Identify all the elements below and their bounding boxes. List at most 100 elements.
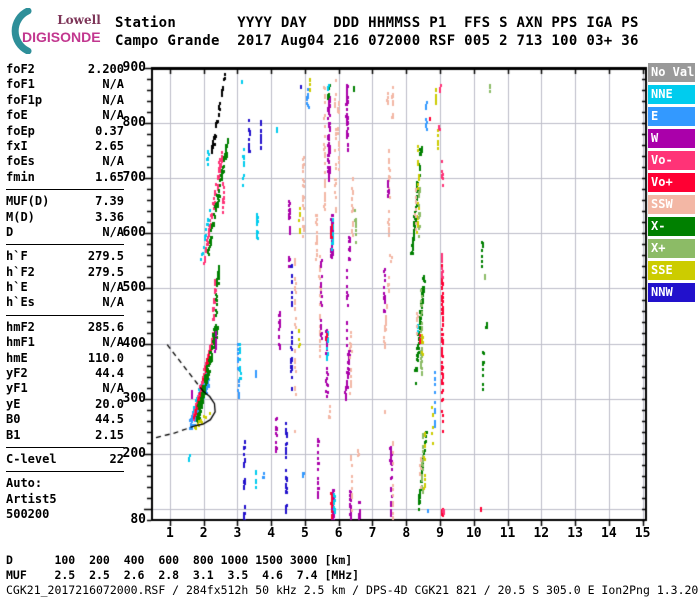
- x-axis-label: 12: [533, 526, 550, 541]
- param-label: B1: [6, 427, 21, 442]
- param-row: B1 2.15: [6, 428, 124, 443]
- param-row: foEp 0.37: [6, 124, 124, 139]
- distance-row: D 100 200 400 600 800 1000 1500 3000 [km…: [6, 553, 353, 567]
- param-label: MUF(D): [6, 194, 50, 209]
- param-row: foF1 N/A: [6, 77, 124, 92]
- legend-item: E: [648, 107, 695, 126]
- param-label: M(D): [6, 209, 35, 224]
- x-axis-label: 3: [233, 526, 242, 541]
- param-value: 279.5: [87, 249, 124, 264]
- param-row: Auto:: [6, 476, 124, 491]
- param-row: yF1 N/A: [6, 381, 124, 396]
- param-label: yF1: [6, 381, 28, 396]
- param-row: foE N/A: [6, 108, 124, 123]
- legend-item: X+: [648, 239, 695, 258]
- param-group: C-level 22: [6, 452, 124, 473]
- param-group: h`F 279.5 h`F2 279.5 h`E N/A h`Es N/A: [6, 249, 124, 316]
- param-label: foF2: [6, 62, 35, 76]
- digisonde-logo: Lowell DIGISONDE: [8, 8, 118, 54]
- x-axis-label: 7: [368, 526, 377, 541]
- param-value: 3.36: [95, 209, 124, 224]
- param-label: Artist5: [6, 491, 57, 506]
- legend-item: Vo+: [648, 173, 695, 192]
- param-row: h`F2 279.5: [6, 265, 124, 280]
- legend-item: Vo-: [648, 151, 695, 170]
- param-row: foF2 2.200: [6, 62, 124, 77]
- param-label: hmE: [6, 350, 28, 365]
- param-value: N/A: [102, 77, 124, 92]
- x-axis-label: 9: [436, 526, 444, 541]
- legend-item: NNW: [648, 283, 695, 302]
- y-axis-label: 900: [122, 60, 146, 75]
- param-label: foEs: [6, 154, 35, 169]
- param-label: yF2: [6, 366, 28, 381]
- param-value: 44.4: [95, 366, 124, 381]
- param-row: h`F 279.5: [6, 249, 124, 264]
- param-group: hmF2 285.6 hmF1 N/A hmE 110.0 yF2 44.4 yF1 N/A yE 2…: [6, 320, 124, 448]
- x-axis-label: 10: [465, 526, 482, 541]
- param-label: hmF2: [6, 319, 35, 334]
- file-info-row: CGK21_2017216072000.RSF / 284fx512h 50 k…: [6, 583, 699, 597]
- param-value: N/A: [102, 295, 124, 310]
- param-row: foF1p N/A: [6, 93, 124, 108]
- y-axis-label: 700: [122, 170, 146, 186]
- direction-legend: No Val NNE E W Vo- Vo+ SSW X- X+ SSE NNW: [648, 63, 695, 305]
- legend-item: No Val: [648, 63, 695, 82]
- param-label: yE: [6, 396, 21, 411]
- param-label: D: [6, 224, 14, 239]
- legend-item: NNE: [648, 85, 695, 104]
- x-axis-label: 4: [267, 526, 276, 541]
- param-row: 500200: [6, 507, 124, 522]
- y-axis-label: 300: [122, 390, 146, 406]
- header-field-names: Station YYYY DAY DDD HHMMSS P1 FFS S AXN…: [115, 15, 639, 31]
- y-axis-label: 400: [122, 335, 146, 351]
- param-row: fmin 1.65: [6, 170, 124, 185]
- legend-item: SSE: [648, 261, 695, 280]
- param-row: hmE 110.0: [6, 351, 124, 366]
- param-label: foEp: [6, 123, 35, 138]
- x-axis-label: 13: [567, 526, 583, 541]
- param-row: MUF(D) 7.39: [6, 194, 124, 209]
- x-axis-label: 1: [165, 526, 174, 541]
- param-group: Auto: Artist5 500200: [6, 476, 124, 526]
- param-label: h`F2: [6, 264, 35, 279]
- param-label: B0: [6, 412, 21, 427]
- param-row: D N/A: [6, 225, 124, 240]
- param-group: MUF(D) 7.39 M(D) 3.36 D N/A: [6, 194, 124, 246]
- param-value: 7.39: [95, 194, 124, 209]
- param-value: 279.5: [87, 264, 124, 279]
- param-row: M(D) 3.36: [6, 210, 124, 225]
- y-axis-label: 800: [122, 115, 146, 131]
- x-axis-label: 5: [301, 526, 309, 541]
- param-row: h`E N/A: [6, 280, 124, 295]
- x-axis-label: 8: [402, 526, 411, 541]
- param-value: N/A: [102, 92, 124, 107]
- param-row: yF2 44.4: [6, 366, 124, 381]
- param-label: h`E: [6, 280, 28, 295]
- header-field-values: Campo Grande 2017 Aug04 216 072000 RSF 0…: [115, 33, 639, 49]
- y-axis-label: 200: [122, 445, 146, 461]
- ionogram-plot: [140, 60, 660, 532]
- muf-row: MUF 2.5 2.5 2.6 2.8 3.1 3.5 4.6 7.4 [MHz…: [6, 568, 360, 582]
- y-axis-label: 600: [122, 225, 146, 241]
- param-row: C-level 22: [6, 452, 124, 467]
- param-label: foE: [6, 108, 28, 123]
- param-row: yE 20.0: [6, 397, 124, 412]
- x-axis-label: 15: [634, 526, 651, 541]
- param-label: fmin: [6, 169, 35, 184]
- param-value: 285.6: [87, 319, 124, 334]
- param-label: fxI: [6, 138, 28, 153]
- legend-item: X-: [648, 217, 695, 236]
- legend-item: W: [648, 129, 695, 148]
- param-value: 44.5: [95, 412, 124, 427]
- logo-lowell-text: Lowell: [57, 13, 101, 27]
- x-axis-label: 2: [199, 526, 208, 541]
- param-label: foF1p: [6, 92, 43, 107]
- param-row: foEs N/A: [6, 154, 124, 169]
- param-row: Artist5: [6, 492, 124, 507]
- x-axis-label: 14: [601, 526, 617, 541]
- param-group: foF2 2.200 foF1 N/A foF1p N/A foE N/A foEp 0.37 fx…: [6, 62, 124, 191]
- legend-item: SSW: [648, 195, 695, 214]
- y-axis-label: 500: [122, 280, 146, 296]
- param-label: hmF1: [6, 335, 35, 350]
